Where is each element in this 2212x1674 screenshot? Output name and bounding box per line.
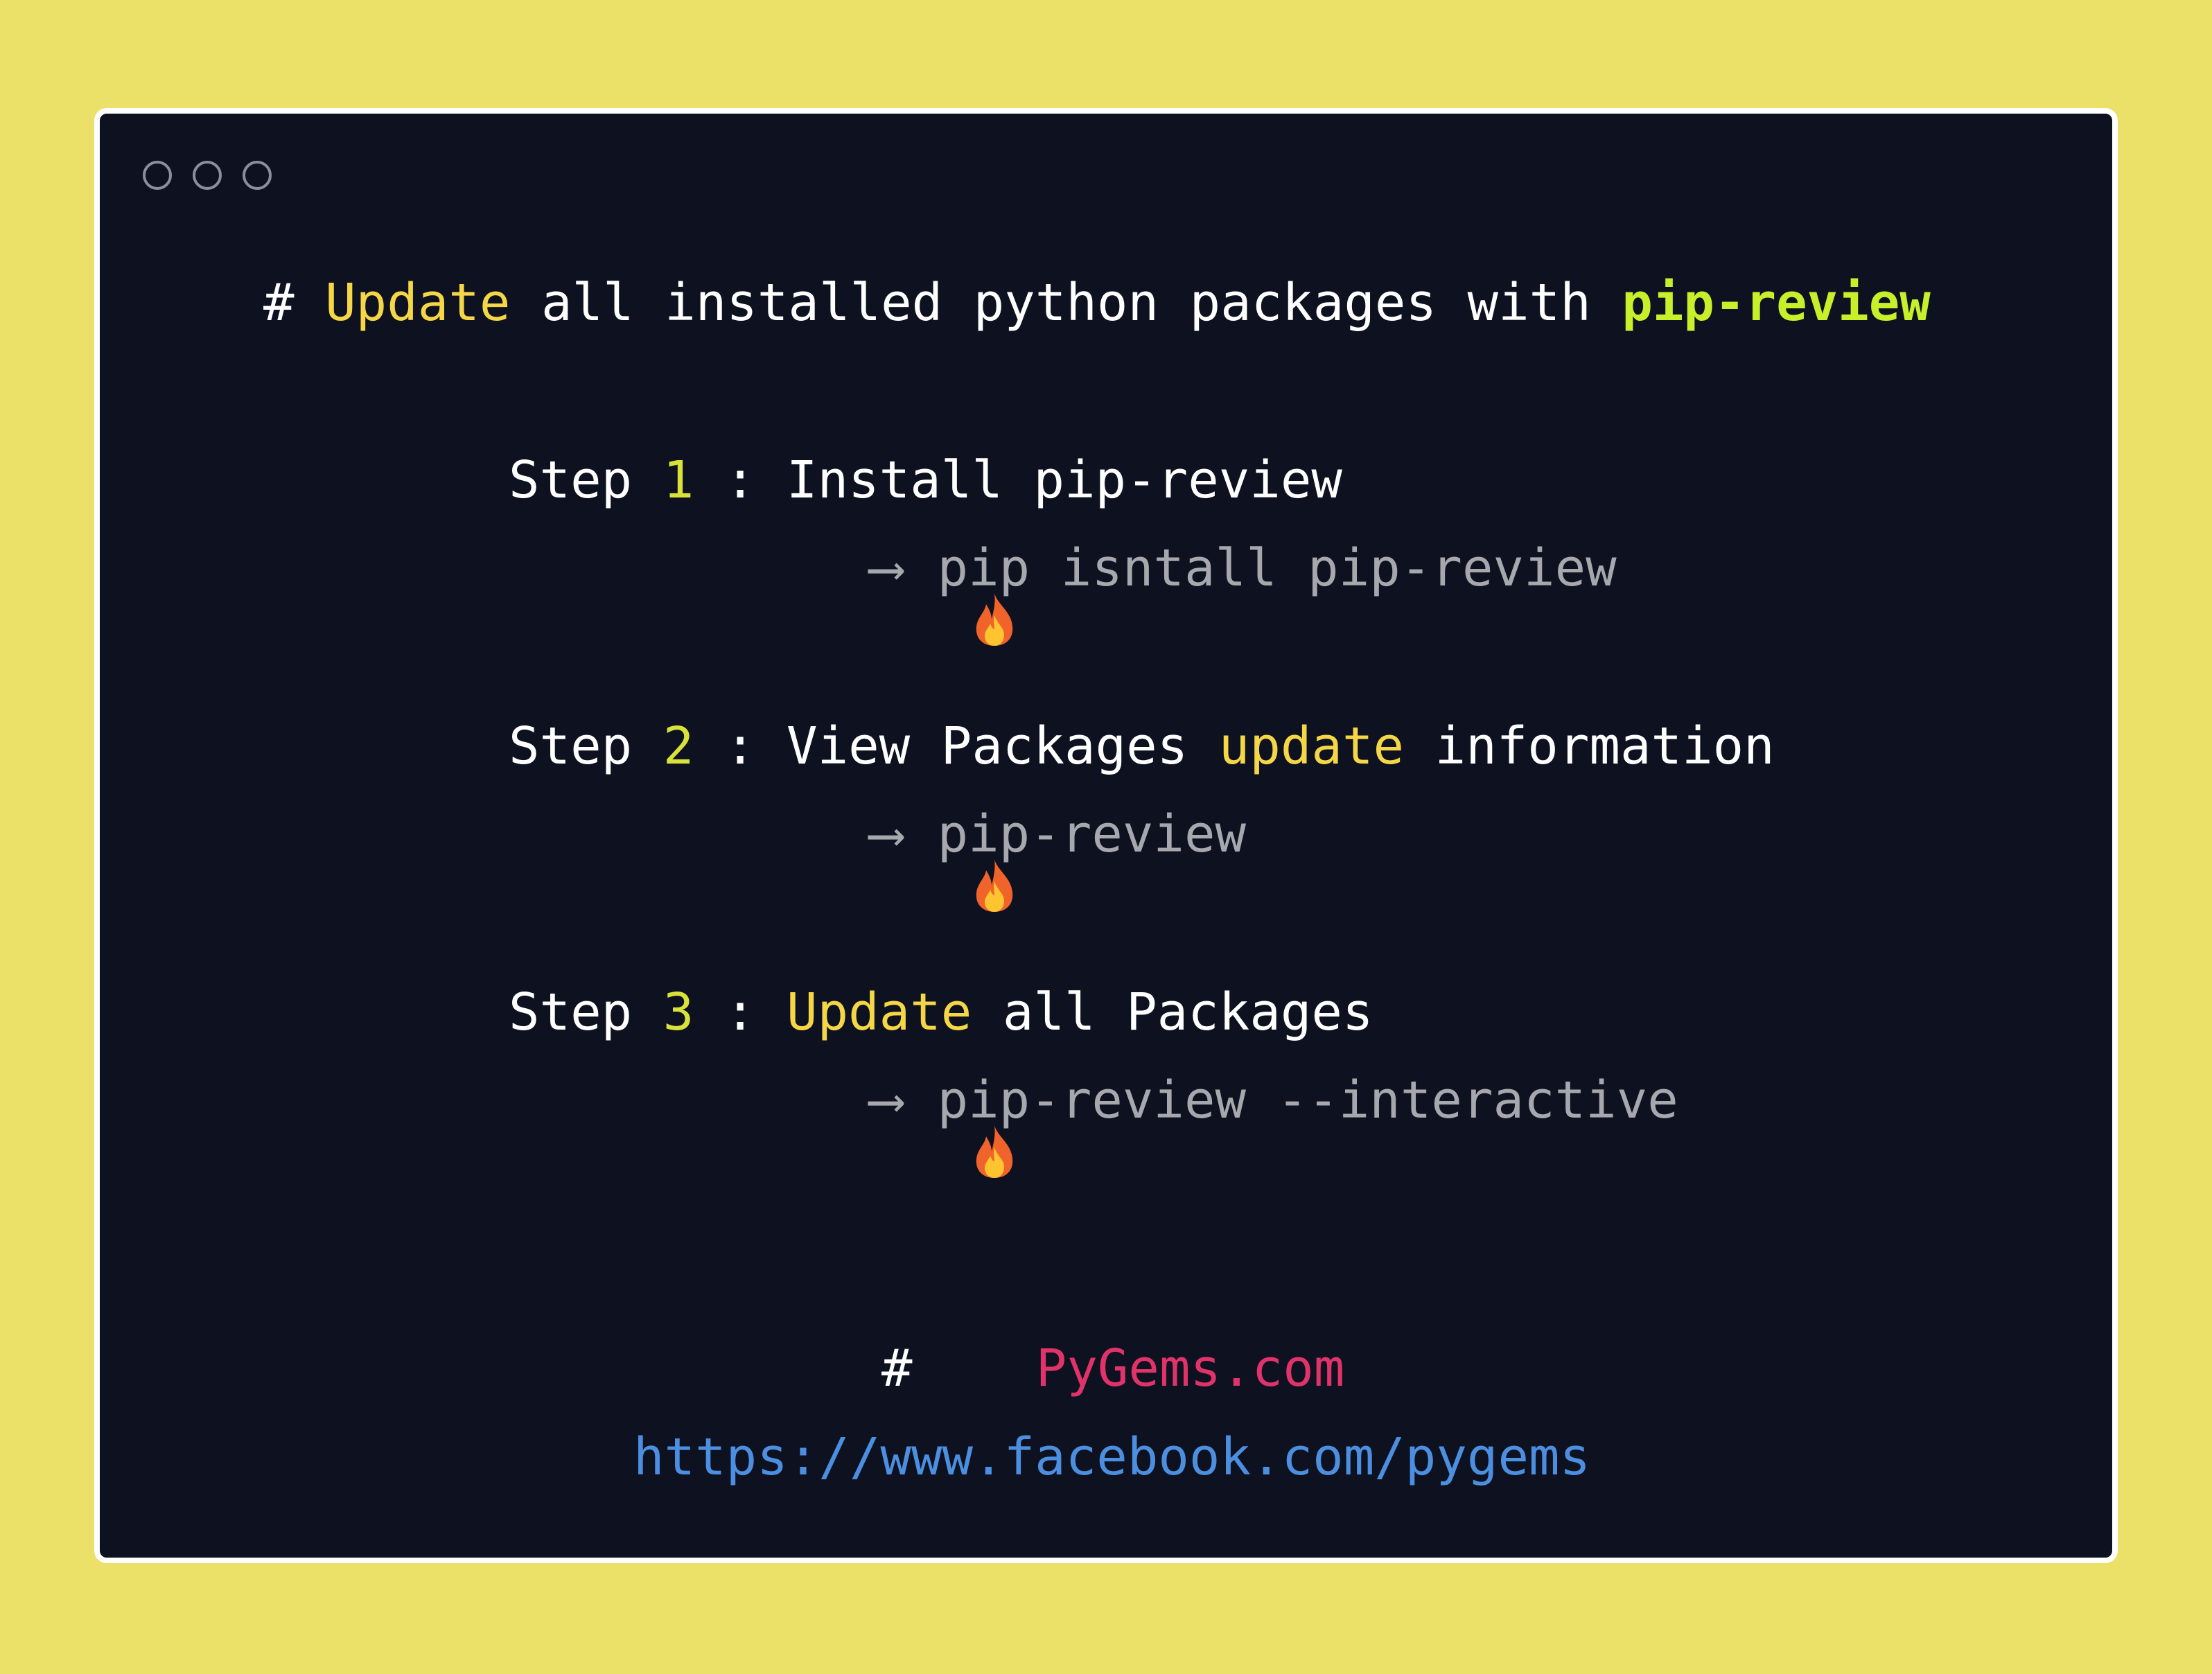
window-controls xyxy=(143,161,272,190)
title-line: # Update all installed python packages w… xyxy=(263,277,1931,328)
step-1-command-line: ⟶ pip isntall pip-review xyxy=(787,538,1617,646)
command-text[interactable]: pip isntall pip-review xyxy=(938,543,1617,594)
step-text-after: all Packages xyxy=(1002,983,1373,1042)
title-hash: # xyxy=(263,273,295,333)
window-dot-3[interactable] xyxy=(243,161,272,190)
title-update-word: Update xyxy=(325,273,511,333)
step-word: Step xyxy=(509,450,633,510)
title-middle: all installed python packages with xyxy=(541,273,1591,333)
step-colon: : xyxy=(724,983,756,1042)
step-number: 1 xyxy=(662,450,694,510)
command-text[interactable]: pip-review --interactive xyxy=(938,1075,1678,1126)
step-2-heading: Step 2 : View Packages update informatio… xyxy=(509,721,1775,772)
step-text: View Packages xyxy=(787,716,1188,776)
step-text-after: information xyxy=(1434,716,1775,776)
fire-icon xyxy=(787,540,1013,646)
arrow-icon: ⟶ xyxy=(870,538,902,598)
step-number: 3 xyxy=(662,983,694,1042)
step-highlight: Update xyxy=(787,983,972,1042)
arrow-icon: ⟶ xyxy=(870,804,902,864)
footer-brand-line: # PyGems.com xyxy=(881,1343,1344,1394)
fire-icon xyxy=(787,1073,1013,1178)
footer-url[interactable]: https://www.facebook.com/pygems xyxy=(633,1431,1590,1483)
footer-hash: # xyxy=(881,1339,913,1398)
step-colon: : xyxy=(724,716,756,776)
step-text: Install pip-review xyxy=(787,450,1342,510)
step-1-heading: Step 1 : Install pip-review xyxy=(509,455,1342,506)
step-2-command-line: ⟶ pip-review xyxy=(787,804,1247,912)
command-text[interactable]: pip-review xyxy=(938,809,1247,860)
step-colon: : xyxy=(724,450,756,510)
arrow-icon: ⟶ xyxy=(870,1071,902,1130)
step-3-heading: Step 3 : Update all Packages xyxy=(509,987,1373,1038)
step-highlight: update xyxy=(1218,716,1405,776)
title-tool: pip-review xyxy=(1622,273,1931,333)
step-word: Step xyxy=(509,716,633,776)
window-dot-2[interactable] xyxy=(193,161,222,190)
fire-icon xyxy=(787,807,1013,912)
code-window: # Update all installed python packages w… xyxy=(94,108,2118,1563)
step-word: Step xyxy=(509,983,633,1042)
step-3-command-line: ⟶ pip-review --interactive xyxy=(787,1071,1678,1178)
step-number: 2 xyxy=(662,716,694,776)
footer-brand[interactable]: PyGems.com xyxy=(1036,1339,1345,1398)
window-dot-1[interactable] xyxy=(143,161,172,190)
